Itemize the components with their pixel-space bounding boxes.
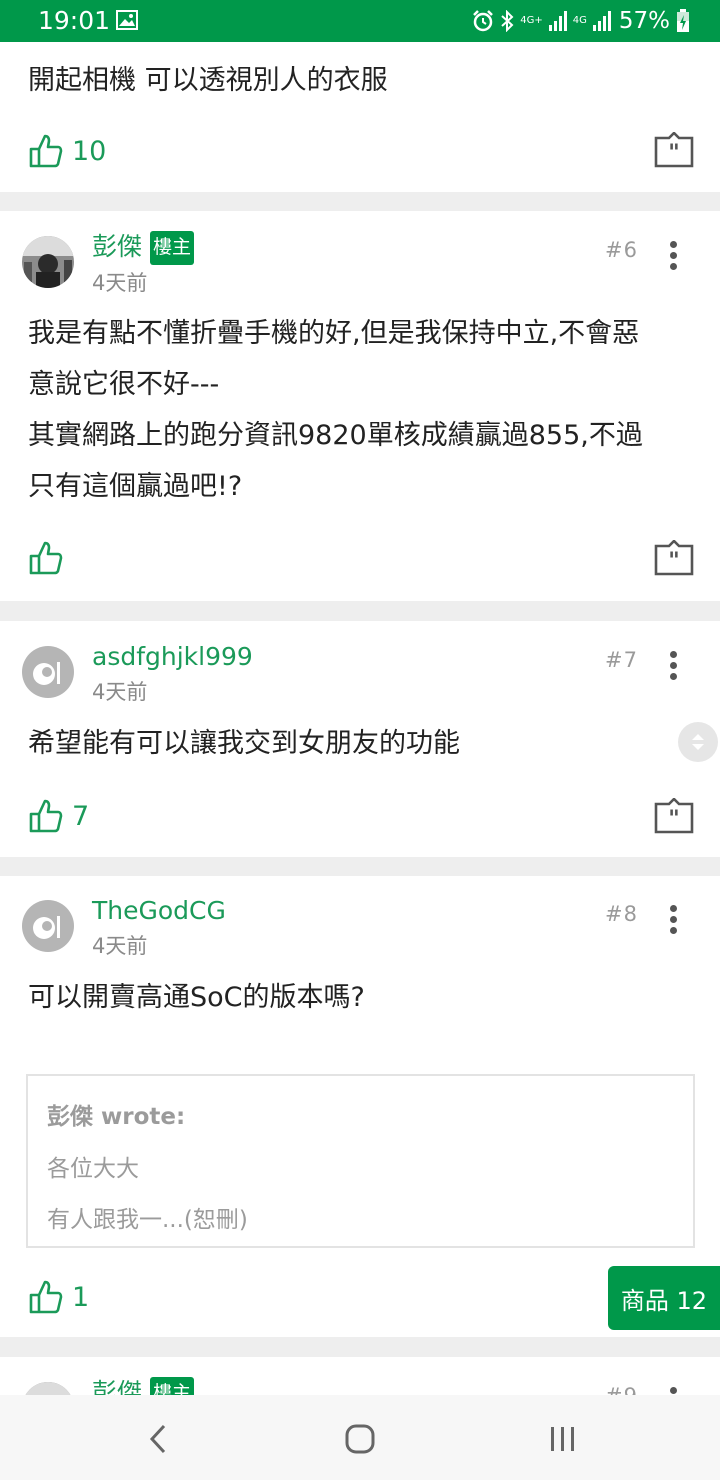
gallery-notification-icon <box>116 10 138 30</box>
quote-icon[interactable]: " <box>654 132 694 168</box>
author-name[interactable]: asdfghjkl999 <box>92 642 253 672</box>
thumbs-up-icon <box>29 1280 63 1314</box>
avatar[interactable] <box>22 646 74 698</box>
more-vert-icon[interactable] <box>670 241 678 271</box>
quote-text: 有人跟我一...(恕刪) <box>47 1207 248 1233</box>
like-button[interactable] <box>28 538 72 578</box>
floor-number: #8 <box>605 902 638 926</box>
status-time: 19:01 <box>38 6 111 35</box>
default-avatar-icon <box>22 900 74 952</box>
thumbs-up-icon <box>29 541 63 575</box>
author-name[interactable]: TheGodCG <box>92 896 226 926</box>
quote-text: 各位大大 <box>47 1156 139 1182</box>
post-card: 彭傑 樓主 4天前 #6 我是有點不懂折疊手機的好,但是我保持中立,不會惡 意說… <box>0 211 720 601</box>
op-badge: 樓主 <box>150 1377 195 1397</box>
floor-number: #6 <box>605 238 638 262</box>
more-vert-icon[interactable] <box>670 651 678 681</box>
home-icon[interactable] <box>345 1424 375 1454</box>
quote-icon[interactable]: " <box>654 540 694 576</box>
quote-author: 彭傑 wrote: <box>47 1104 186 1130</box>
like-button[interactable]: 1 <box>28 1277 89 1317</box>
avatar[interactable] <box>22 900 74 952</box>
like-button[interactable]: 10 <box>28 131 106 171</box>
more-vert-icon[interactable] <box>670 905 678 935</box>
thumbs-up-icon <box>29 134 63 168</box>
post-time: 4天前 <box>92 680 148 704</box>
quote-block: 彭傑 wrote: 各位大大 有人跟我一...(恕刪) <box>26 1074 695 1248</box>
svg-text:": " <box>668 141 679 166</box>
post-content: 可以開賣高通SoC的版本嗎? <box>28 982 365 1013</box>
battery-percent: 57% <box>618 8 670 34</box>
like-button[interactable]: 7 <box>28 796 89 836</box>
svg-text:": " <box>668 549 679 574</box>
post-content: 開起相機 可以透視別人的衣服 <box>28 65 388 96</box>
default-avatar-icon <box>22 646 74 698</box>
post-content: 希望能有可以讓我交到女朋友的功能 <box>28 728 460 759</box>
signal-icon <box>548 11 567 31</box>
thumbs-up-icon <box>29 799 63 833</box>
user-photo <box>22 236 74 288</box>
like-count: 7 <box>72 800 90 832</box>
quote-icon[interactable]: " <box>654 798 694 834</box>
signal-icon <box>592 11 611 31</box>
alarm-icon <box>473 10 494 32</box>
post-card: 開起相機 可以透視別人的衣服 10 " <box>0 42 720 192</box>
network-type-2: 4G <box>572 15 587 26</box>
fast-scroll-handle[interactable] <box>678 722 718 762</box>
status-bar: 19:01 4G+ 4G 57% <box>0 0 720 42</box>
like-count: 1 <box>72 1281 90 1313</box>
back-icon[interactable] <box>146 1424 170 1454</box>
post-time: 4天前 <box>92 934 148 958</box>
post-content: 我是有點不懂折疊手機的好,但是我保持中立,不會惡 意說它很不好--- 其實網路上… <box>28 318 643 502</box>
post-card: 彭傑 樓主 #9 <box>0 1357 720 1397</box>
shop-button[interactable]: 商品 12 <box>608 1266 720 1330</box>
battery-charging-icon <box>677 9 689 32</box>
post-card: asdfghjkl999 4天前 #7 希望能有可以讓我交到女朋友的功能 7 " <box>0 621 720 857</box>
bluetooth-icon <box>501 10 514 32</box>
like-count: 10 <box>72 135 107 167</box>
floor-number: #7 <box>605 648 638 672</box>
recents-icon[interactable] <box>549 1426 577 1452</box>
navigation-bar <box>0 1395 720 1480</box>
scroll-arrows-icon <box>692 734 704 750</box>
network-type-1: 4G+ <box>520 15 543 26</box>
post-time: 4天前 <box>92 271 148 295</box>
author-name[interactable]: 彭傑 <box>92 232 142 262</box>
svg-text:": " <box>668 807 679 832</box>
op-badge: 樓主 <box>150 231 195 265</box>
avatar[interactable] <box>22 236 74 288</box>
